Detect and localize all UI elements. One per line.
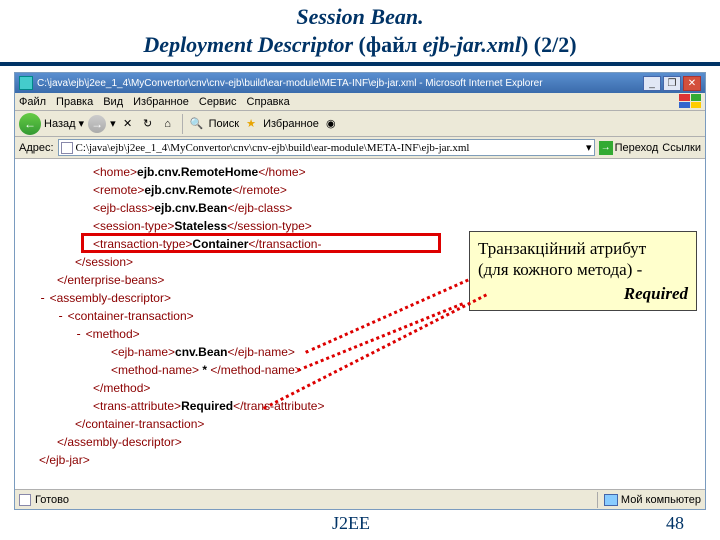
links-label[interactable]: Ссылки [662, 142, 701, 154]
address-input[interactable] [76, 142, 586, 154]
footer-label: J2EE [36, 513, 666, 534]
subtitle-end: ) (2/2) [521, 32, 577, 57]
status-icon [19, 494, 31, 506]
subtitle-dd: Deployment Descriptor [143, 32, 353, 57]
back-button[interactable]: ← Назад ▾ [19, 113, 84, 135]
status-zone-text: Мой компьютер [621, 494, 701, 506]
close-button[interactable]: ✕ [683, 76, 701, 91]
ie-icon [19, 76, 33, 90]
address-bar: Адрес: ▾ → Переход Ссылки [15, 137, 705, 159]
forward-button[interactable]: → [88, 115, 106, 133]
titlebar: C:\java\ejb\j2ee_1_4\MyConvertor\cnv\cnv… [15, 73, 705, 93]
subtitle-mid: (файл [353, 32, 423, 57]
go-button[interactable]: → Переход [599, 141, 659, 155]
minimize-button[interactable]: _ [643, 76, 661, 91]
search-icon[interactable]: 🔍 [189, 116, 205, 132]
collapse-toggle[interactable]: - [57, 309, 64, 323]
status-zone: Мой компьютер [597, 492, 701, 508]
back-arrow-icon: ← [19, 113, 41, 135]
xml-ejbclass: <ejb-class>ejb.cnv.Bean</ejb-class> [93, 199, 699, 217]
menu-help[interactable]: Справка [247, 96, 290, 108]
favorites-label[interactable]: Избранное [263, 118, 319, 130]
toolbar-separator [182, 114, 183, 134]
address-dropdown-icon[interactable]: ▾ [586, 141, 592, 154]
status-text: Готово [35, 494, 69, 506]
collapse-toggle[interactable]: - [75, 327, 82, 341]
go-label: Переход [615, 142, 659, 154]
search-label[interactable]: Поиск [209, 118, 239, 130]
maximize-button[interactable]: ❐ [663, 76, 681, 91]
xml-assembly-close: </assembly-descriptor> [57, 433, 699, 451]
menu-file[interactable]: Файл [19, 96, 46, 108]
media-icon[interactable]: ◉ [323, 116, 339, 132]
callout-box: Транзакційний атрибут (для кожного метод… [469, 231, 697, 311]
computer-icon [604, 494, 618, 506]
xml-ejbjar-close: </ejb-jar> [39, 451, 699, 469]
ie-window: C:\java\ejb\j2ee_1_4\MyConvertor\cnv\cnv… [14, 72, 706, 510]
address-label: Адрес: [19, 142, 54, 154]
home-icon[interactable]: ⌂ [160, 116, 176, 132]
refresh-icon[interactable]: ↻ [140, 116, 156, 132]
collapse-toggle[interactable]: - [39, 291, 46, 305]
xml-conttran-close: </container-transaction> [75, 415, 699, 433]
forward-dropdown-icon[interactable]: ▾ [110, 117, 116, 130]
go-arrow-icon: → [599, 141, 613, 155]
document-icon [61, 142, 73, 154]
window-buttons: _ ❐ ✕ [643, 76, 701, 91]
window-title: C:\java\ejb\j2ee_1_4\MyConvertor\cnv\cnv… [37, 78, 643, 89]
favorites-star-icon[interactable]: ★ [243, 116, 259, 132]
callout-line2: (для кожного метода) - [478, 259, 688, 280]
address-box[interactable]: ▾ [58, 139, 595, 156]
xml-methodname: <method-name> * </method-name> [111, 361, 699, 379]
slide-subtitle: Deployment Descriptor (файл ejb-jar.xml)… [0, 32, 720, 66]
xml-method-close: </method> [93, 379, 699, 397]
menu-view[interactable]: Вид [103, 96, 123, 108]
callout-required: Required [478, 283, 688, 304]
menu-edit[interactable]: Правка [56, 96, 93, 108]
xml-home: <home>ejb.cnv.RemoteHome</home> [93, 163, 699, 181]
menubar: Файл Правка Вид Избранное Сервис Справка [15, 93, 705, 111]
menu-favorites[interactable]: Избранное [133, 96, 189, 108]
back-dropdown-icon[interactable]: ▾ [79, 117, 85, 130]
xml-transattr: <trans-attribute>Required</trans-attribu… [93, 397, 699, 415]
footer-page: 48 [666, 513, 684, 534]
callout-line1: Транзакційний атрибут [478, 238, 688, 259]
windows-flag-icon [679, 94, 701, 108]
stop-icon[interactable]: ✕ [120, 116, 136, 132]
menu-tools[interactable]: Сервис [199, 96, 237, 108]
slide-footer: J2EE 48 [0, 513, 720, 534]
xml-remote: <remote>ejb.cnv.Remote</remote> [93, 181, 699, 199]
toolbar: ← Назад ▾ → ▾ ✕ ↻ ⌂ 🔍 Поиск ★ Избранное … [15, 111, 705, 137]
slide-title: Session Bean. [0, 0, 720, 30]
statusbar: Готово Мой компьютер [15, 489, 705, 509]
subtitle-file: ejb-jar.xml [423, 32, 521, 57]
xml-ejbname: <ejb-name>cnv.Bean</ejb-name> [111, 343, 699, 361]
back-label: Назад [44, 118, 76, 130]
content-pane: <home>ejb.cnv.RemoteHome</home> <remote>… [15, 159, 705, 489]
